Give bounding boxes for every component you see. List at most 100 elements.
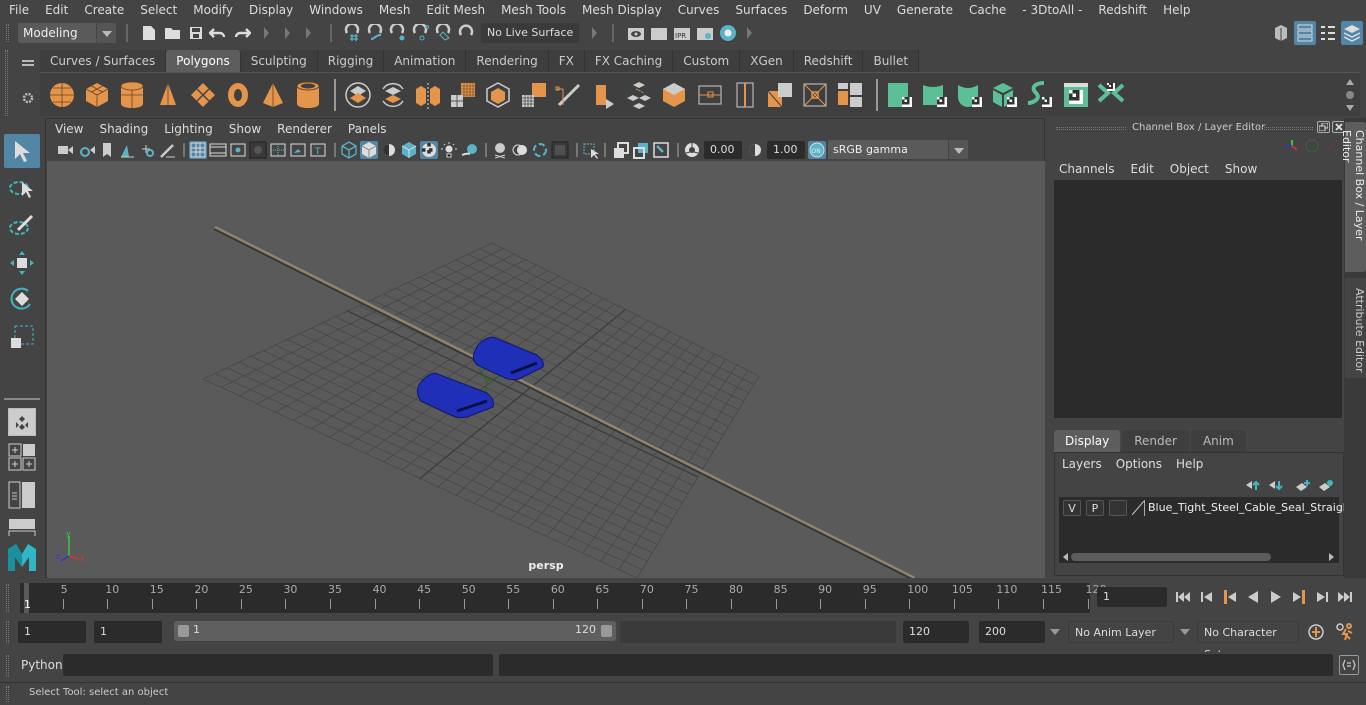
playback-start-field[interactable]: 1 xyxy=(94,621,162,643)
snap-to-curve-icon[interactable] xyxy=(366,23,386,43)
viewport-menu-lighting[interactable]: Lighting xyxy=(163,122,221,136)
uv-editor-icon[interactable] xyxy=(1062,81,1090,109)
exposure-icon[interactable] xyxy=(683,141,701,159)
resolution-gate-icon[interactable] xyxy=(229,141,247,159)
go-to-start-icon[interactable] xyxy=(1173,588,1193,606)
current-frame-field[interactable]: 1 xyxy=(1097,587,1167,607)
layer-tab-anim[interactable]: Anim xyxy=(1190,430,1246,452)
command-language-toggle[interactable]: Python xyxy=(21,658,63,672)
2d-pan-zoom-icon[interactable] xyxy=(138,141,156,159)
move-tool-icon[interactable] xyxy=(4,246,40,280)
auto-key-icon[interactable] xyxy=(1306,622,1326,642)
panel-grip[interactable] xyxy=(1056,127,1126,130)
scroll-left-icon[interactable] xyxy=(1063,553,1068,561)
snap-to-view-plane-icon[interactable] xyxy=(411,23,431,43)
step-back-frame-icon[interactable] xyxy=(1197,588,1217,606)
render-frame-icon[interactable] xyxy=(649,23,669,43)
menu-select[interactable]: Select xyxy=(131,0,184,20)
viewport-menu-panels[interactable]: Panels xyxy=(347,122,395,136)
mode-selector[interactable]: Modeling xyxy=(18,23,116,43)
viewport-menu-shading[interactable]: Shading xyxy=(98,122,156,136)
range-start-handle[interactable] xyxy=(178,625,189,637)
menu-display[interactable]: Display xyxy=(240,0,300,20)
layer-menu-layers[interactable]: Layers xyxy=(1057,455,1107,473)
undo-icon[interactable] xyxy=(208,23,228,43)
shelf-tab-rigging[interactable]: Rigging xyxy=(317,50,385,72)
four-view-layout-icon[interactable] xyxy=(8,443,36,471)
character-set-dropdown-icon[interactable] xyxy=(1180,629,1190,635)
layer-playback-toggle[interactable]: P xyxy=(1086,500,1104,516)
safe-action-icon[interactable] xyxy=(289,141,307,159)
panel-grip[interactable] xyxy=(1258,127,1313,130)
viewport-3d-scene[interactable]: persp y x z xyxy=(47,161,1045,578)
collapse-arrow[interactable] xyxy=(285,27,290,39)
range-end-handle[interactable] xyxy=(601,625,612,637)
open-scene-icon[interactable] xyxy=(163,23,183,43)
gamma-icon[interactable] xyxy=(746,141,764,159)
ipr-render-icon[interactable]: IPR xyxy=(672,23,692,43)
range-bar[interactable]: 1 120 xyxy=(174,621,616,641)
render-settings-icon[interactable] xyxy=(695,23,715,43)
layer-row[interactable]: V P Blue_Tight_Steel_Cable_Seal_Straight xyxy=(1059,497,1354,519)
snap-icon[interactable] xyxy=(457,23,477,43)
menu-windows[interactable]: Windows xyxy=(300,0,370,20)
layer-name[interactable]: Blue_Tight_Steel_Cable_Seal_Straight xyxy=(1148,500,1354,516)
live-surface-field[interactable]: No Live Surface xyxy=(481,23,579,43)
uv-automatic-icon[interactable] xyxy=(991,81,1019,109)
menu-generate[interactable]: Generate xyxy=(888,0,960,20)
range-slider-grip[interactable] xyxy=(6,621,9,643)
menu-surfaces[interactable]: Surfaces xyxy=(726,0,794,20)
menu-file[interactable]: File xyxy=(0,0,36,20)
make-live-icon[interactable] xyxy=(434,23,454,43)
separate-icon[interactable] xyxy=(379,81,407,109)
shelf-tab-fx[interactable]: FX xyxy=(548,50,585,72)
menu-edit-mesh[interactable]: Edit Mesh xyxy=(417,0,492,20)
new-scene-icon[interactable] xyxy=(140,23,158,43)
reduce-icon[interactable] xyxy=(520,81,548,109)
bridge-icon[interactable] xyxy=(625,81,653,109)
shadows-icon[interactable] xyxy=(460,141,478,159)
menu-mesh-tools[interactable]: Mesh Tools xyxy=(492,0,573,20)
field-chart-icon[interactable] xyxy=(269,141,287,159)
menu-3dtoall[interactable]: - 3DtoAll - xyxy=(1013,0,1089,20)
wireframe-icon[interactable] xyxy=(340,141,358,159)
layer-color-swatch-icon[interactable] xyxy=(1131,500,1145,516)
bevel-icon[interactable] xyxy=(660,81,688,109)
modeling-toolkit-icon[interactable] xyxy=(1271,23,1291,43)
layer-visibility-toggle[interactable]: V xyxy=(1063,500,1081,516)
shelf-scroll[interactable] xyxy=(1344,77,1356,113)
smooth-icon[interactable] xyxy=(449,81,477,109)
uv-spherical-icon[interactable] xyxy=(956,81,984,109)
scrollbar-thumb[interactable] xyxy=(1071,553,1271,561)
anim-layer-selector[interactable]: No Anim Layer xyxy=(1068,621,1174,643)
poly-pyramid-icon[interactable] xyxy=(259,81,287,109)
film-gate-icon[interactable] xyxy=(209,141,227,159)
time-slider-grip[interactable] xyxy=(6,584,9,612)
scene-canvas[interactable] xyxy=(47,161,1045,578)
viewport-menu-view[interactable]: View xyxy=(54,122,91,136)
collapse-arrow[interactable] xyxy=(592,27,597,39)
fill-hole-icon[interactable] xyxy=(836,81,864,109)
shelf-menu-icon[interactable] xyxy=(20,58,36,68)
exposure-field[interactable]: 0.00 xyxy=(704,141,742,159)
motion-blur-icon[interactable] xyxy=(531,141,549,159)
anti-aliasing-icon[interactable] xyxy=(551,141,569,159)
combine-icon[interactable] xyxy=(344,81,372,109)
step-back-key-icon[interactable] xyxy=(1220,588,1240,606)
redo-icon[interactable] xyxy=(232,23,252,43)
single-perspective-layout-icon[interactable] xyxy=(8,408,36,436)
hypershade-icon[interactable] xyxy=(718,23,738,43)
scroll-right-icon[interactable] xyxy=(1329,553,1334,561)
attribute-editor-toggle-icon[interactable] xyxy=(1294,21,1316,45)
shelf-tab-animation[interactable]: Animation xyxy=(384,50,467,72)
animation-start-field[interactable]: 1 xyxy=(18,621,86,643)
shelf-tab-rendering[interactable]: Rendering xyxy=(466,50,549,72)
step-forward-key-icon[interactable] xyxy=(1289,588,1309,606)
channel-box-menu-show[interactable]: Show xyxy=(1219,160,1263,178)
image-plane-icon[interactable] xyxy=(118,141,136,159)
collapse-arrow[interactable] xyxy=(264,27,269,39)
channel-box-menu-channels[interactable]: Channels xyxy=(1053,160,1121,178)
menu-help[interactable]: Help xyxy=(1154,0,1197,20)
menu-curves[interactable]: Curves xyxy=(669,0,727,20)
hud-icon[interactable] xyxy=(612,141,630,159)
